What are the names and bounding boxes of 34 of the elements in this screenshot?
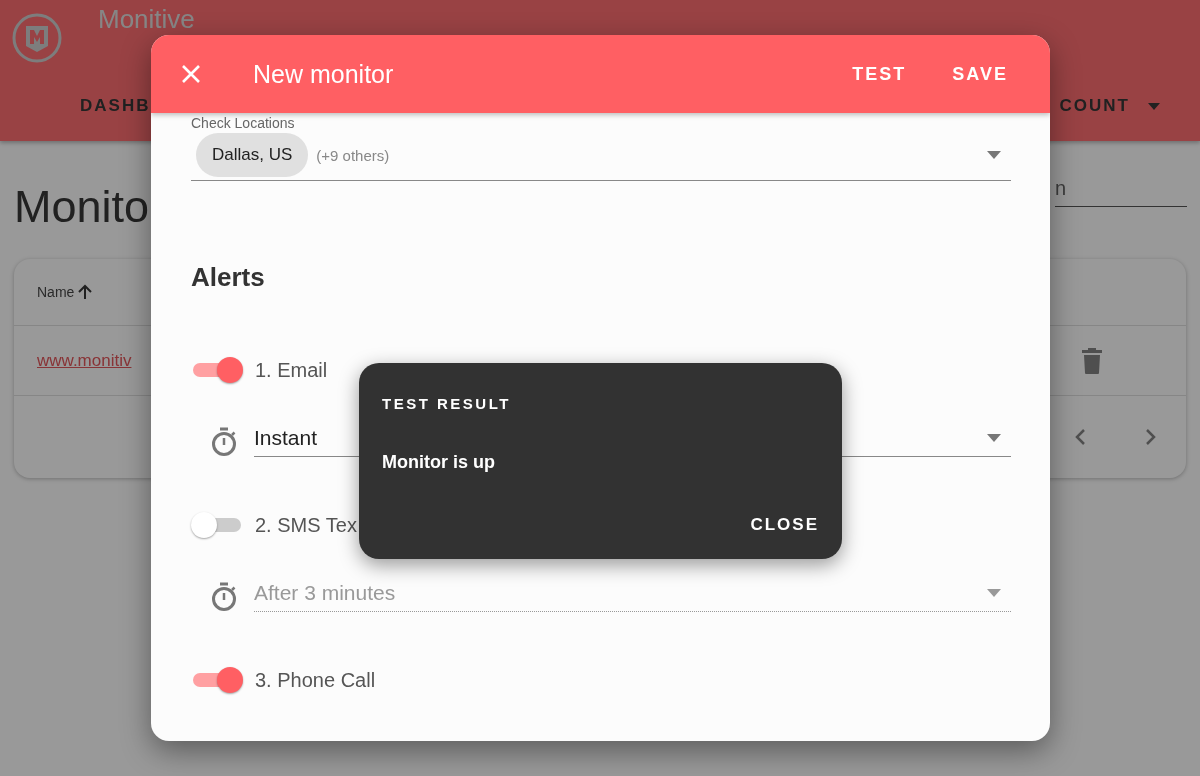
alert-label: 3. Phone Call — [255, 668, 376, 692]
field-label: Check Locations — [191, 115, 296, 131]
search-field[interactable]: n — [1055, 175, 1187, 207]
locations-select[interactable]: Check Locations Dallas, US (+9 others) — [191, 115, 1011, 181]
caret-icon — [1148, 102, 1160, 110]
toggle-switch[interactable] — [191, 667, 245, 693]
trash-icon[interactable] — [1082, 347, 1102, 374]
timer-icon — [211, 582, 237, 612]
account-menu[interactable]: COUNT — [1059, 96, 1160, 116]
alert-label: 2. SMS Tex — [255, 513, 357, 537]
dropdown-arrow-icon — [987, 434, 1001, 442]
dropdown-arrow-icon — [987, 589, 1001, 597]
nav-tab[interactable]: DASHB — [80, 96, 151, 116]
timer-icon — [211, 427, 237, 457]
dialog-action-button[interactable]: SAVE — [940, 55, 1020, 93]
dialog-title: New monitor — [253, 59, 395, 89]
dialog-action-button[interactable]: TEST — [840, 55, 919, 93]
chevron-left-icon[interactable] — [1074, 428, 1086, 446]
column-header[interactable]: Name — [37, 284, 94, 300]
monitor-link[interactable]: www.monitiv — [37, 350, 132, 371]
section-heading: Alerts — [191, 262, 266, 292]
close-icon[interactable] — [181, 64, 201, 84]
more-count: (+9 others) — [316, 146, 391, 164]
dropdown-arrow-icon — [987, 151, 1001, 159]
location-chip[interactable]: Dallas, US — [196, 133, 309, 177]
page-title: Monito — [14, 184, 150, 229]
popup-title: TEST RESULT — [382, 395, 512, 412]
logo-icon — [11, 12, 63, 64]
brand-name: Monitive — [98, 4, 195, 34]
alert-label: 1. Email — [255, 358, 328, 382]
popup-message: Monitor is up — [382, 452, 496, 473]
chevron-right-icon[interactable] — [1145, 428, 1157, 446]
close-button[interactable]: CLOSE — [750, 511, 819, 539]
toggle-switch[interactable] — [191, 357, 245, 383]
